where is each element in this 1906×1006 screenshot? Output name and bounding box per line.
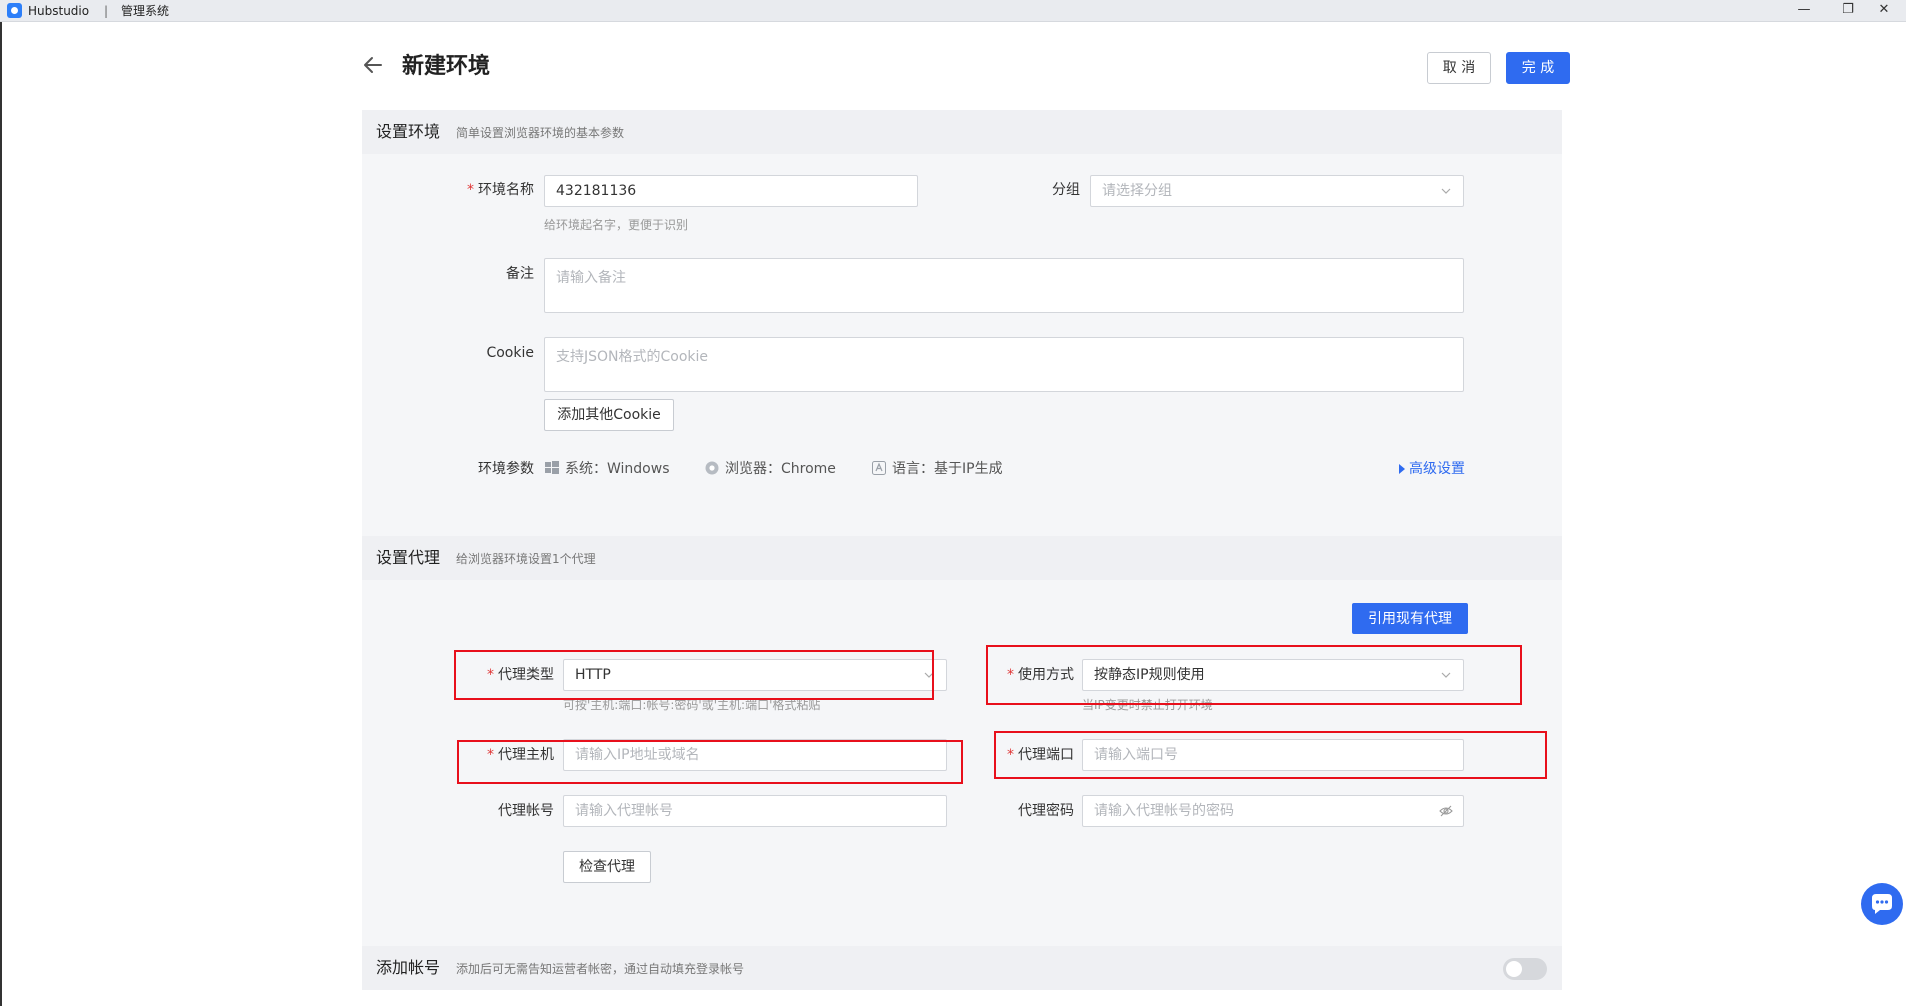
window-edge: [0, 22, 2, 1006]
chat-bubble-icon: [1872, 894, 1892, 914]
annotation-box-proxy-host: [457, 740, 963, 784]
account-section-title: 添加帐号: [376, 958, 441, 977]
annotation-box-proxy-port: [994, 731, 1547, 779]
env-params-label: 环境参数: [478, 461, 534, 477]
param-browser: 浏览器：Chrome: [705, 459, 836, 479]
env-section-header: 设置环境 简单设置浏览器环境的基本参数: [362, 110, 1562, 154]
env-name-label-text: 环境名称: [478, 182, 534, 198]
param-system: 系统：Windows: [545, 459, 670, 479]
close-button[interactable]: ✕: [1862, 0, 1906, 22]
annotation-box-proxy-type: [454, 650, 934, 700]
env-name-input[interactable]: 432181136: [544, 175, 918, 207]
windows-icon: [545, 461, 559, 474]
done-button[interactable]: 完 成: [1506, 52, 1570, 84]
chevron-down-icon: [1441, 188, 1451, 194]
param-system-text: 系统：Windows: [565, 461, 670, 477]
title-separator: |: [104, 4, 109, 18]
group-select[interactable]: 请选择分组: [1090, 175, 1464, 207]
add-account-toggle[interactable]: [1503, 958, 1547, 980]
hubstudio-logo-icon: [7, 3, 22, 18]
language-icon: [872, 461, 886, 475]
chat-support-button[interactable]: [1861, 883, 1903, 925]
page-title: 新建环境: [402, 54, 491, 79]
minimize-button[interactable]: —: [1782, 0, 1826, 22]
env-section-subtitle: 简单设置浏览器环境的基本参数: [456, 126, 625, 140]
group-select-placeholder: 请选择分组: [1102, 183, 1172, 199]
proxy-password-input[interactable]: 请输入代理帐号的密码: [1082, 795, 1464, 827]
param-language-text: 语言：基于IP生成: [892, 461, 1003, 477]
proxy-section-header: 设置代理 给浏览器环境设置1个代理: [362, 536, 1562, 580]
cookie-textarea[interactable]: 支持JSON格式的Cookie: [544, 337, 1464, 392]
window-subtitle: 管理系统: [121, 4, 170, 18]
toggle-knob: [1506, 961, 1522, 977]
env-name-hint: 给环境起名字，更便于识别: [544, 218, 689, 232]
env-section-title: 设置环境: [376, 122, 441, 141]
env-name-label: * 环境名称: [460, 180, 534, 200]
eye-hidden-icon[interactable]: [1439, 805, 1453, 817]
proxy-section-subtitle: 给浏览器环境设置1个代理: [456, 552, 596, 566]
app-name: Hubstudio: [28, 4, 90, 18]
check-proxy-button[interactable]: 检查代理: [563, 851, 651, 883]
proxy-account-input[interactable]: 请输入代理帐号: [563, 795, 947, 827]
proxy-password-label: 代理密码: [1018, 803, 1074, 819]
account-section-header: 添加帐号 添加后可无需告知运营者帐密，通过自动填充登录帐号: [362, 946, 1562, 990]
proxy-password-placeholder: 请输入代理帐号的密码: [1094, 803, 1234, 819]
proxy-account-label: 代理帐号: [498, 803, 554, 819]
cookie-label: Cookie: [486, 345, 534, 361]
cancel-button[interactable]: 取 消: [1427, 52, 1491, 84]
advanced-settings-text: 高级设置: [1409, 461, 1465, 477]
required-mark: *: [467, 182, 474, 198]
annotation-box-usage: [986, 645, 1522, 705]
param-browser-text: 浏览器：Chrome: [725, 461, 836, 477]
back-arrow-svg: [364, 57, 382, 73]
back-arrow-icon[interactable]: [361, 53, 391, 83]
param-language: 语言：基于IP生成: [872, 459, 1003, 479]
account-section-subtitle: 添加后可无需告知运营者帐密，通过自动填充登录帐号: [456, 962, 745, 976]
use-existing-proxy-button[interactable]: 引用现有代理: [1352, 603, 1468, 634]
app-window: Hubstudio | 管理系统 — ❐ ✕ 新建环境 取 消 完 成 设置环境…: [0, 0, 1906, 1006]
add-cookie-button[interactable]: 添加其他Cookie: [544, 399, 674, 431]
caret-right-icon: [1399, 464, 1405, 474]
group-label: 分组: [1052, 182, 1080, 198]
advanced-settings-link[interactable]: 高级设置: [1398, 459, 1465, 479]
proxy-section-title: 设置代理: [376, 548, 441, 567]
remark-textarea[interactable]: 请输入备注: [544, 258, 1464, 313]
chrome-icon: [705, 461, 719, 475]
remark-label: 备注: [506, 266, 534, 282]
title-bar: Hubstudio | 管理系统 — ❐ ✕: [0, 0, 1906, 22]
